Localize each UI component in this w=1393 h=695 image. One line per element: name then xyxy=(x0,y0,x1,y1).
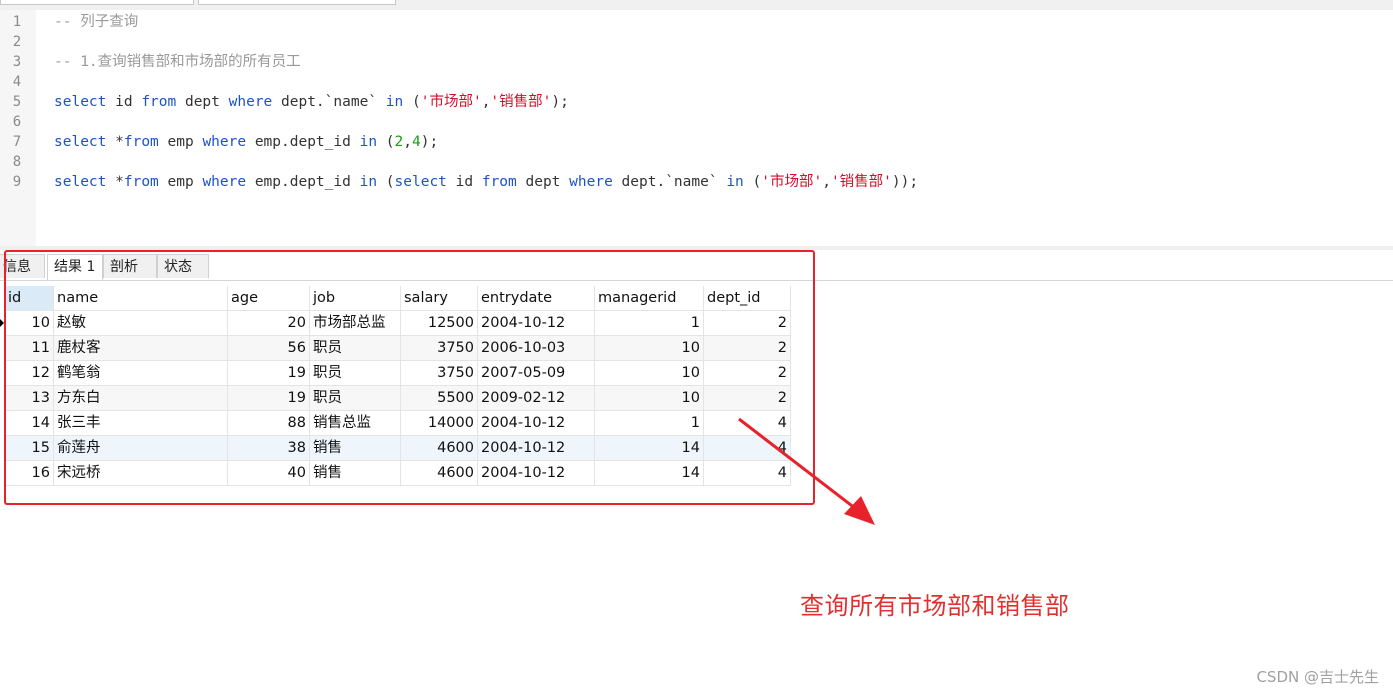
watermark: CSDN @吉士先生 xyxy=(1256,668,1379,686)
arrow-head xyxy=(844,496,875,525)
annotation-text: 查询所有市场部和销售部 xyxy=(800,592,1070,620)
arrow-shaft xyxy=(738,417,861,514)
annotation-arrow xyxy=(738,417,875,525)
